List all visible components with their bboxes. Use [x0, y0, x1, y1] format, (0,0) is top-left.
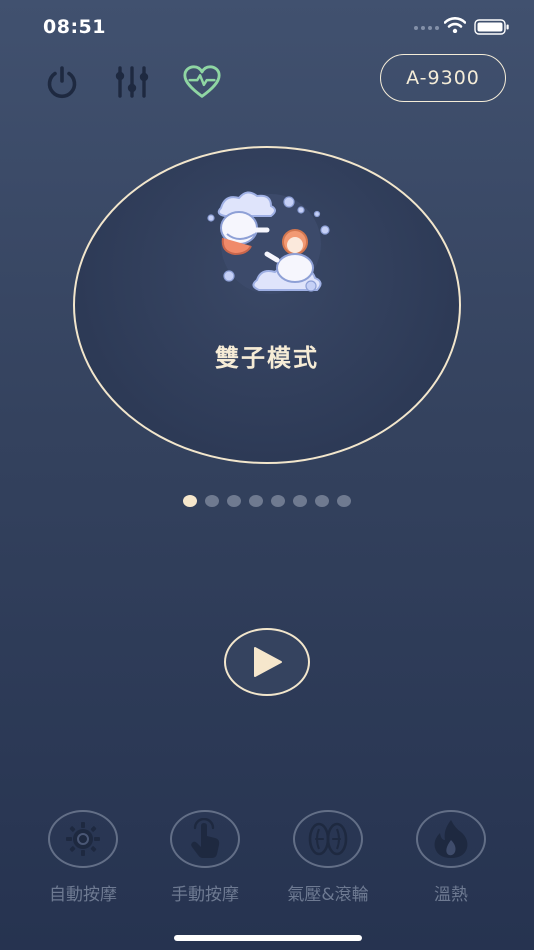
pager-dot[interactable] — [315, 495, 329, 507]
pager-dot[interactable] — [293, 495, 307, 507]
pager-dot[interactable] — [227, 495, 241, 507]
nav-label: 溫熱 — [434, 885, 468, 905]
nav-label: 手動按摩 — [171, 885, 239, 905]
heart-pulse-icon — [183, 65, 221, 98]
nav-label: 自動按摩 — [49, 885, 117, 905]
nav-manual-massage[interactable]: 手動按摩 — [150, 810, 260, 905]
nav-icon-frame — [48, 810, 118, 868]
wifi-icon — [444, 17, 466, 33]
pager-dot[interactable] — [183, 495, 197, 507]
auto-massage-icon — [66, 822, 100, 856]
airbag-roller-icon — [308, 822, 348, 856]
play-button[interactable] — [224, 628, 310, 696]
nav-label: 氣壓&滾輪 — [287, 885, 369, 905]
cellular-signal-icon — [414, 26, 439, 30]
toolbar: A-9300 — [0, 54, 534, 106]
status-time: 08:51 — [43, 16, 106, 38]
power-icon — [47, 66, 77, 99]
play-icon — [254, 647, 282, 677]
pager-dot[interactable] — [249, 495, 263, 507]
mode-card[interactable]: 雙子模式 — [73, 146, 461, 464]
nav-airbag-roller[interactable]: 氣壓&滾輪 — [273, 810, 383, 905]
settings-button[interactable] — [112, 62, 152, 102]
sliders-icon — [115, 66, 149, 98]
health-button[interactable] — [182, 62, 222, 102]
nav-icon-frame — [170, 810, 240, 868]
status-bar: 08:51 — [0, 0, 534, 56]
gemini-twins-illustration — [207, 191, 330, 294]
device-selector-button[interactable]: A-9300 — [380, 54, 506, 102]
power-button[interactable] — [42, 62, 82, 102]
pager-dot[interactable] — [205, 495, 219, 507]
bottom-nav: 自動按摩 手動按摩 氣壓&滾輪 溫熱 — [0, 810, 534, 910]
mode-name: 雙子模式 — [215, 344, 319, 372]
pager-dot[interactable] — [271, 495, 285, 507]
pager-dot[interactable] — [337, 495, 351, 507]
nav-heating[interactable]: 溫熱 — [396, 810, 506, 905]
flame-icon — [434, 820, 468, 858]
mode-pager — [183, 495, 351, 507]
nav-icon-frame — [416, 810, 486, 868]
home-indicator — [174, 935, 362, 941]
battery-icon — [474, 19, 509, 35]
hand-touch-icon — [191, 818, 220, 858]
nav-icon-frame — [293, 810, 363, 868]
nav-auto-massage[interactable]: 自動按摩 — [28, 810, 138, 905]
